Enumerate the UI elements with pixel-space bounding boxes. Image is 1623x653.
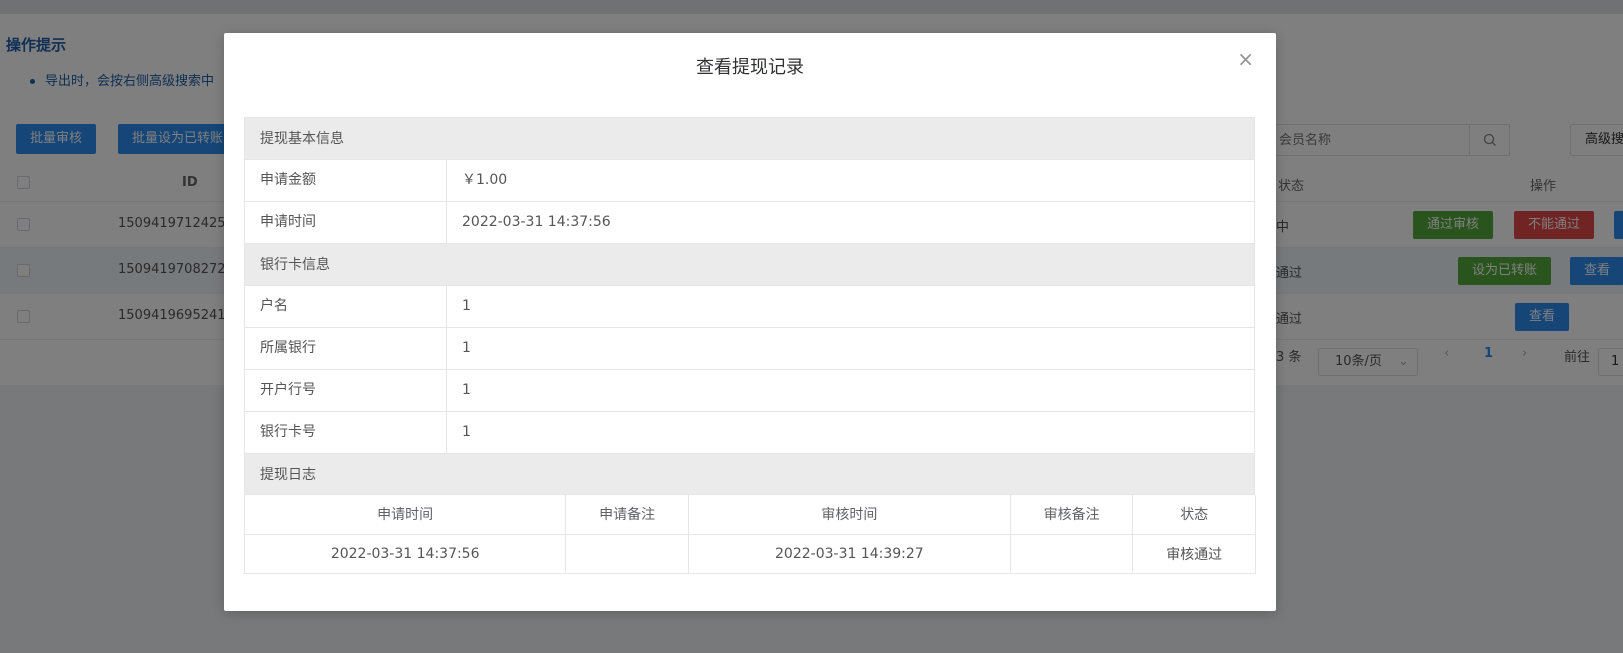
info-row: 申请金额 ￥1.00 bbox=[244, 159, 1255, 201]
section-basic-info: 提现基本信息 bbox=[244, 117, 1255, 159]
log-header-review-time: 审核时间 bbox=[688, 495, 1011, 535]
log-review-time: 2022-03-31 14:39:27 bbox=[688, 534, 1011, 574]
field-value: 1 bbox=[462, 298, 471, 314]
log-header-review-note: 审核备注 bbox=[1010, 495, 1134, 535]
withdraw-info-table: 提现基本信息 申请金额 ￥1.00 申请时间 2022-03-31 14:37:… bbox=[244, 117, 1256, 574]
field-label: 申请金额 bbox=[245, 160, 447, 201]
log-header-row: 申请时间 申请备注 审核时间 审核备注 状态 bbox=[245, 495, 1256, 535]
info-row: 银行卡号 1 bbox=[244, 411, 1255, 453]
info-row: 所属银行 1 bbox=[244, 327, 1255, 369]
dialog-title: 查看提现记录 bbox=[696, 57, 804, 78]
log-table-wrap: 申请时间 申请备注 审核时间 审核备注 状态 2022-03-31 14:37:… bbox=[244, 495, 1256, 574]
log-status: 审核通过 bbox=[1132, 534, 1256, 574]
log-row: 2022-03-31 14:37:56 2022-03-31 14:39:27 … bbox=[245, 534, 1256, 574]
section-bank-info: 银行卡信息 bbox=[244, 243, 1255, 285]
field-label: 申请时间 bbox=[245, 202, 447, 243]
log-header-status: 状态 bbox=[1132, 495, 1256, 535]
info-row: 申请时间 2022-03-31 14:37:56 bbox=[244, 201, 1255, 243]
info-row: 开户行号 1 bbox=[244, 369, 1255, 411]
section-withdraw-log: 提现日志 bbox=[244, 453, 1255, 495]
field-value: ￥1.00 bbox=[462, 172, 508, 188]
log-apply-note bbox=[565, 534, 689, 574]
field-label: 户名 bbox=[245, 286, 447, 327]
log-apply-time: 2022-03-31 14:37:56 bbox=[245, 534, 567, 574]
field-label: 开户行号 bbox=[245, 370, 447, 411]
info-row: 户名 1 bbox=[244, 285, 1255, 327]
log-review-note bbox=[1010, 534, 1134, 574]
field-value: 2022-03-31 14:37:56 bbox=[462, 214, 611, 230]
field-label: 所属银行 bbox=[245, 328, 447, 369]
field-value: 1 bbox=[462, 340, 471, 356]
close-icon[interactable]: × bbox=[1237, 49, 1254, 69]
log-header-apply-time: 申请时间 bbox=[245, 495, 567, 535]
field-value: 1 bbox=[462, 424, 471, 440]
withdraw-record-dialog: 查看提现记录 × 提现基本信息 申请金额 ￥1.00 申请时间 2022-03-… bbox=[224, 33, 1276, 611]
log-header-apply-note: 申请备注 bbox=[565, 495, 689, 535]
field-value: 1 bbox=[462, 382, 471, 398]
field-label: 银行卡号 bbox=[245, 412, 447, 453]
withdraw-log-table: 申请时间 申请备注 审核时间 审核备注 状态 2022-03-31 14:37:… bbox=[245, 495, 1256, 574]
